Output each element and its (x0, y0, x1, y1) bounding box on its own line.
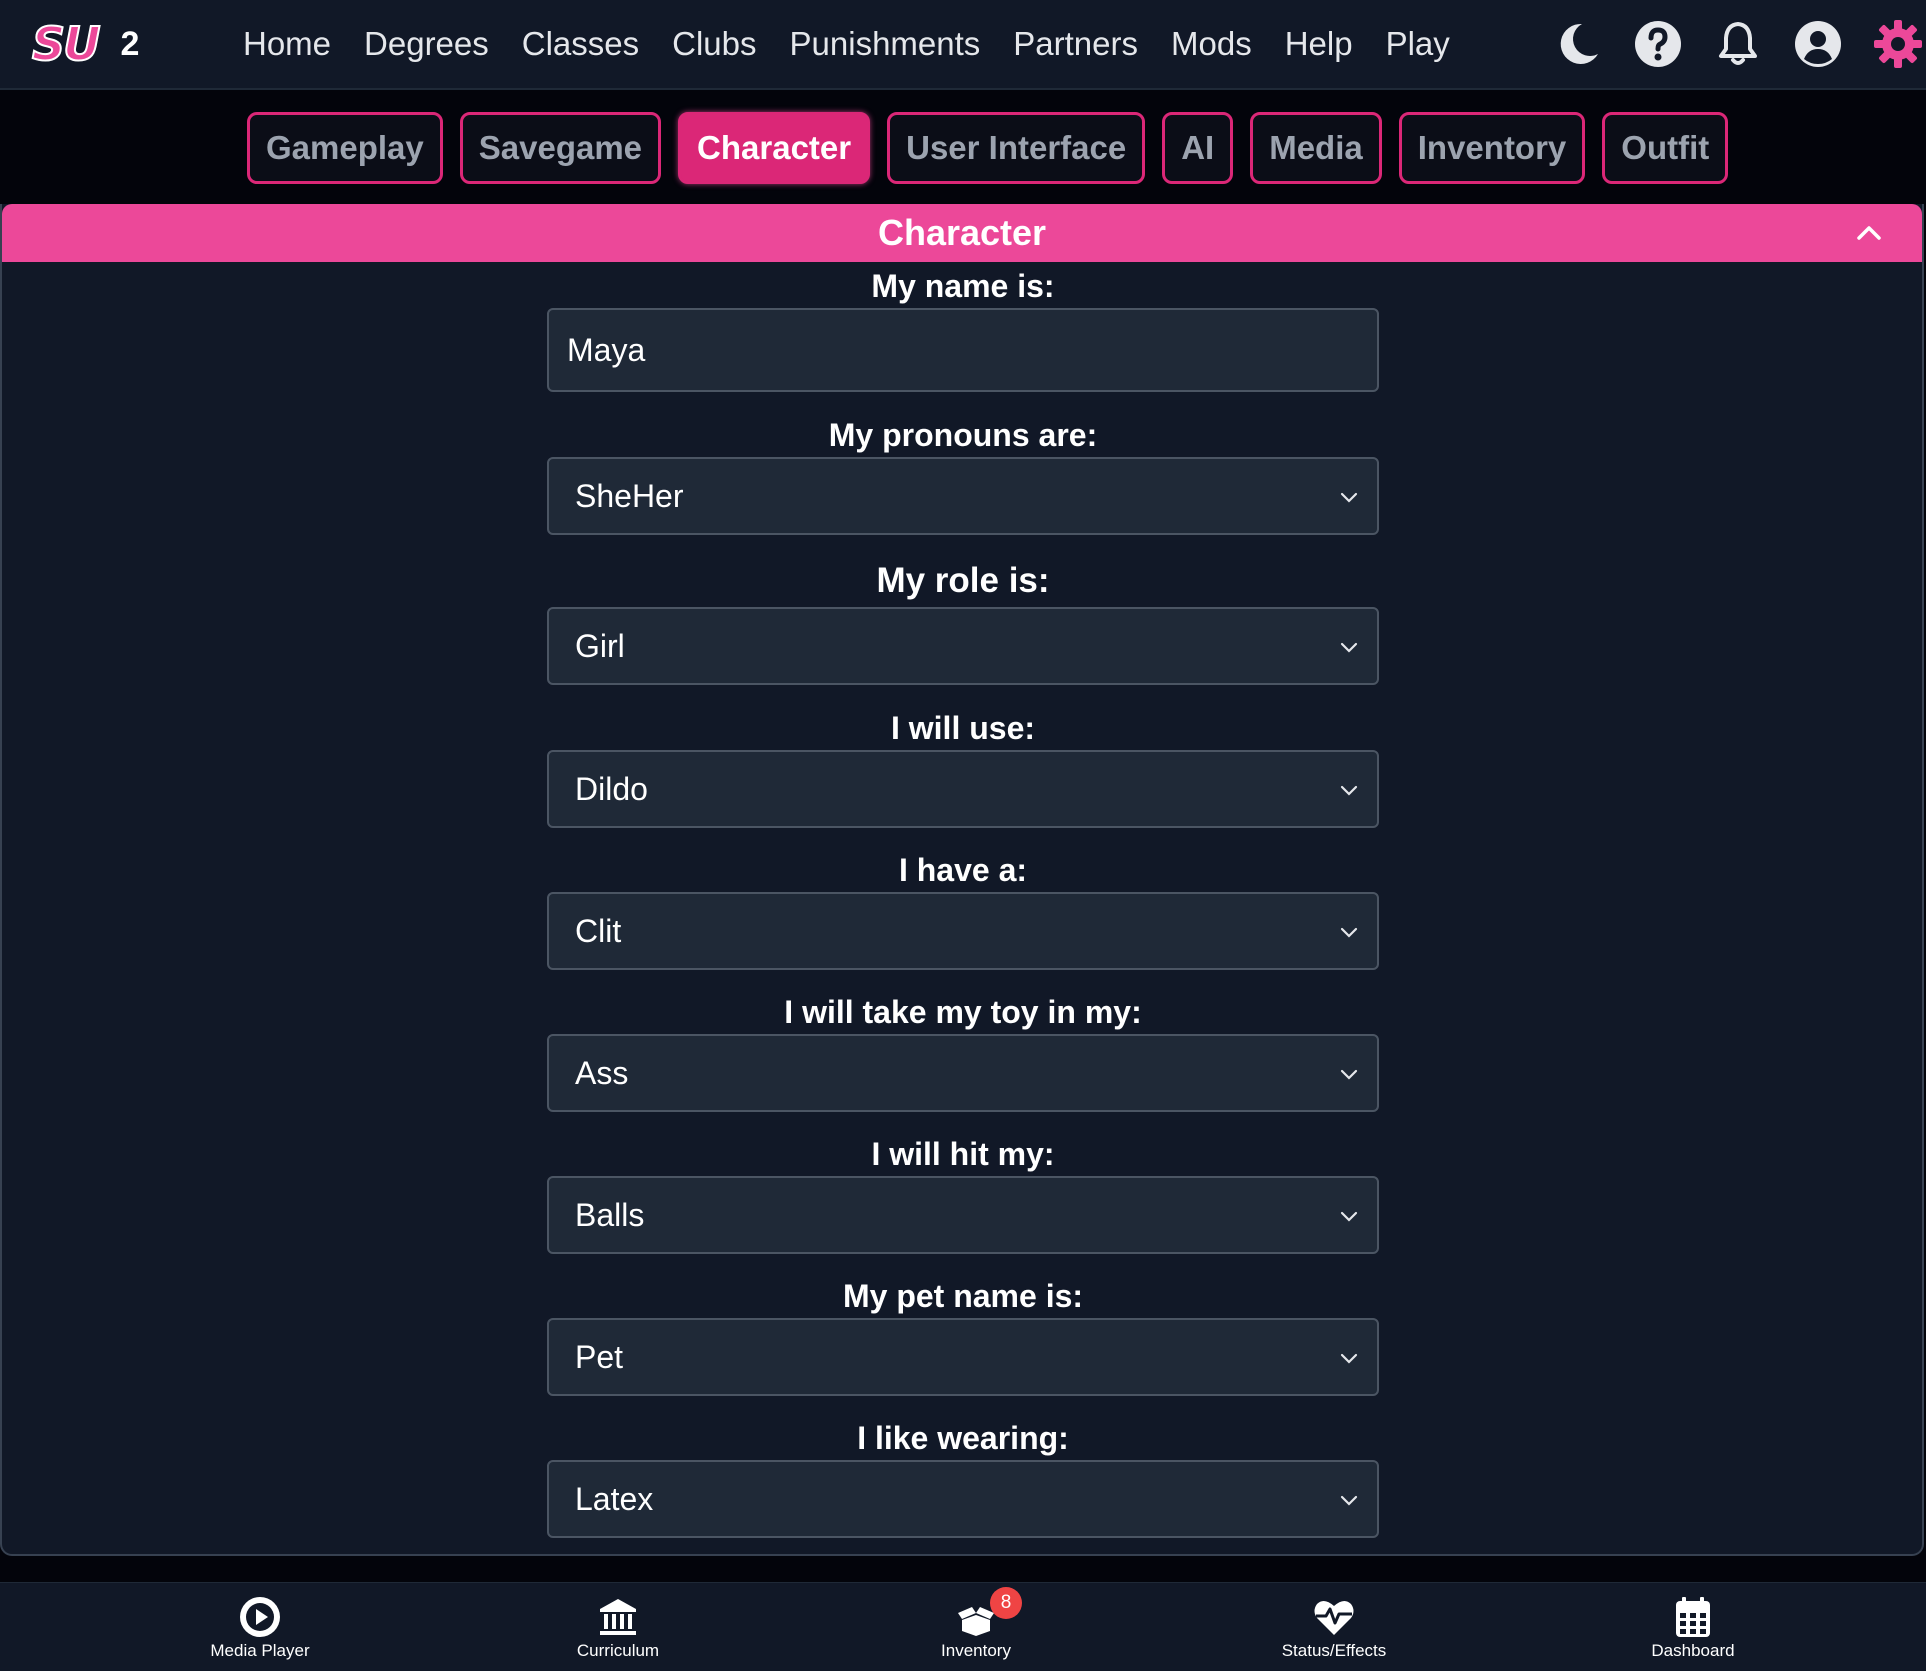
select-value: Dildo (575, 770, 648, 807)
field-wearing: I like wearing: Latex (547, 1416, 1379, 1538)
bottom-item-inventory[interactable]: 8 Inventory (876, 1587, 1076, 1661)
nav-link-classes[interactable]: Classes (522, 20, 639, 68)
chevron-down-icon (1340, 1211, 1358, 1222)
question-circle-icon[interactable] (1630, 16, 1686, 72)
wearing-select[interactable]: Latex (547, 1460, 1379, 1538)
field-label: My name is: (871, 268, 1055, 304)
chevron-down-icon (1340, 1353, 1358, 1364)
select-value: Pet (575, 1338, 624, 1375)
select-value: SheHer (575, 477, 684, 514)
bottom-item-media-player[interactable]: Media Player (160, 1595, 360, 1661)
bottom-toolbar: Media Player Curriculum 8 Inventory Stat… (0, 1582, 1926, 1671)
tab-inventory[interactable]: Inventory (1398, 112, 1586, 184)
nav-link-degrees[interactable]: Degrees (364, 20, 489, 68)
select-value: Girl (575, 627, 625, 664)
name-input[interactable]: Maya (547, 308, 1379, 392)
field-anatomy: I have a: Clit (547, 848, 1379, 970)
top-navbar: SU 2 Home Degrees Classes Clubs Punishme… (0, 0, 1926, 90)
calendar-icon (1676, 1597, 1710, 1637)
settings-tabs: Gameplay Savegame Character User Interfa… (247, 112, 1745, 184)
bell-icon[interactable] (1710, 16, 1766, 72)
field-toy: I will use: Dildo (547, 706, 1379, 828)
toy-select[interactable]: Dildo (547, 750, 1379, 828)
pronouns-select[interactable]: SheHer (547, 457, 1379, 535)
tab-savegame[interactable]: Savegame (459, 112, 662, 184)
field-pet-name: My pet name is: Pet (547, 1274, 1379, 1396)
nav-link-punishments[interactable]: Punishments (790, 20, 981, 68)
field-label: I will hit my: (871, 1136, 1055, 1172)
bottom-item-label: Dashboard (1651, 1641, 1735, 1660)
select-value: Balls (575, 1196, 645, 1233)
toy-location-select[interactable]: Ass (547, 1034, 1379, 1112)
tab-outfit[interactable]: Outfit (1602, 112, 1729, 184)
field-label: My pet name is: (842, 1278, 1084, 1314)
gear-icon[interactable] (1870, 16, 1926, 72)
bottom-item-label: Media Player (210, 1641, 310, 1660)
bottom-item-label: Status/Effects (1281, 1641, 1387, 1660)
field-pronouns: My pronouns are: SheHer (547, 413, 1379, 535)
pet-name-select[interactable]: Pet (547, 1318, 1379, 1396)
inventory-count-badge: 8 (990, 1587, 1022, 1619)
tab-media[interactable]: Media (1250, 112, 1382, 184)
nav-link-home[interactable]: Home (243, 20, 331, 68)
bottom-item-dashboard[interactable]: Dashboard (1593, 1595, 1793, 1661)
field-name: My name is: Maya (547, 264, 1379, 392)
bottom-item-label: Curriculum (576, 1641, 660, 1660)
nav-icons (1526, 16, 1926, 72)
bottom-item-status-effects[interactable]: Status/Effects (1234, 1595, 1434, 1661)
panel-header[interactable]: Character (2, 204, 1922, 262)
anatomy-select[interactable]: Clit (547, 892, 1379, 970)
hit-target-select[interactable]: Balls (547, 1176, 1379, 1254)
nav-link-clubs[interactable]: Clubs (672, 20, 756, 68)
tab-character[interactable]: Character (678, 112, 871, 184)
field-label: I will use: (890, 710, 1036, 746)
brand-logo: SU (31, 17, 102, 71)
nav-link-help[interactable]: Help (1285, 20, 1353, 68)
brand-version: 2 (120, 25, 140, 63)
brand[interactable]: SU 2 (31, 17, 140, 71)
tab-gameplay[interactable]: Gameplay (247, 112, 443, 184)
field-label: I have a: (898, 852, 1028, 888)
chevron-down-icon (1340, 927, 1358, 938)
field-label: I like wearing: (857, 1420, 1069, 1456)
heart-pulse-icon (1314, 1600, 1354, 1635)
select-value: Ass (575, 1054, 629, 1091)
nav-links: Home Degrees Classes Clubs Punishments P… (243, 20, 1483, 68)
bottom-item-label: Inventory (941, 1641, 1011, 1660)
chevron-down-icon (1340, 1495, 1358, 1506)
bottom-item-curriculum[interactable]: Curriculum (518, 1595, 718, 1661)
field-label: My pronouns are: (828, 417, 1098, 453)
chevron-down-icon (1340, 642, 1358, 653)
select-value: Latex (575, 1480, 654, 1517)
field-toy-location: I will take my toy in my: Ass (547, 990, 1379, 1112)
moon-icon[interactable] (1550, 16, 1606, 72)
chevron-down-icon (1340, 1069, 1358, 1080)
tab-ai[interactable]: AI (1162, 112, 1234, 184)
field-role: My role is: Girl (547, 559, 1379, 685)
panel-title: Character (877, 212, 1047, 253)
field-label: I will take my toy in my: (784, 994, 1142, 1030)
tab-user-interface[interactable]: User Interface (887, 112, 1146, 184)
user-circle-icon[interactable] (1790, 16, 1846, 72)
nav-link-partners[interactable]: Partners (1013, 20, 1138, 68)
role-select[interactable]: Girl (547, 607, 1379, 685)
play-circle-icon (240, 1597, 280, 1637)
character-panel: Character My name is: Maya My pronouns a… (0, 204, 1924, 1556)
select-value: Clit (575, 912, 622, 949)
chevron-down-icon (1340, 785, 1358, 796)
institution-icon (600, 1599, 636, 1635)
nav-link-mods[interactable]: Mods (1171, 20, 1252, 68)
chevron-up-icon[interactable] (1852, 216, 1886, 250)
chevron-down-icon (1340, 492, 1358, 503)
nav-link-play[interactable]: Play (1386, 20, 1450, 68)
field-hit-target: I will hit my: Balls (547, 1132, 1379, 1254)
field-label: My role is: (876, 561, 1050, 600)
